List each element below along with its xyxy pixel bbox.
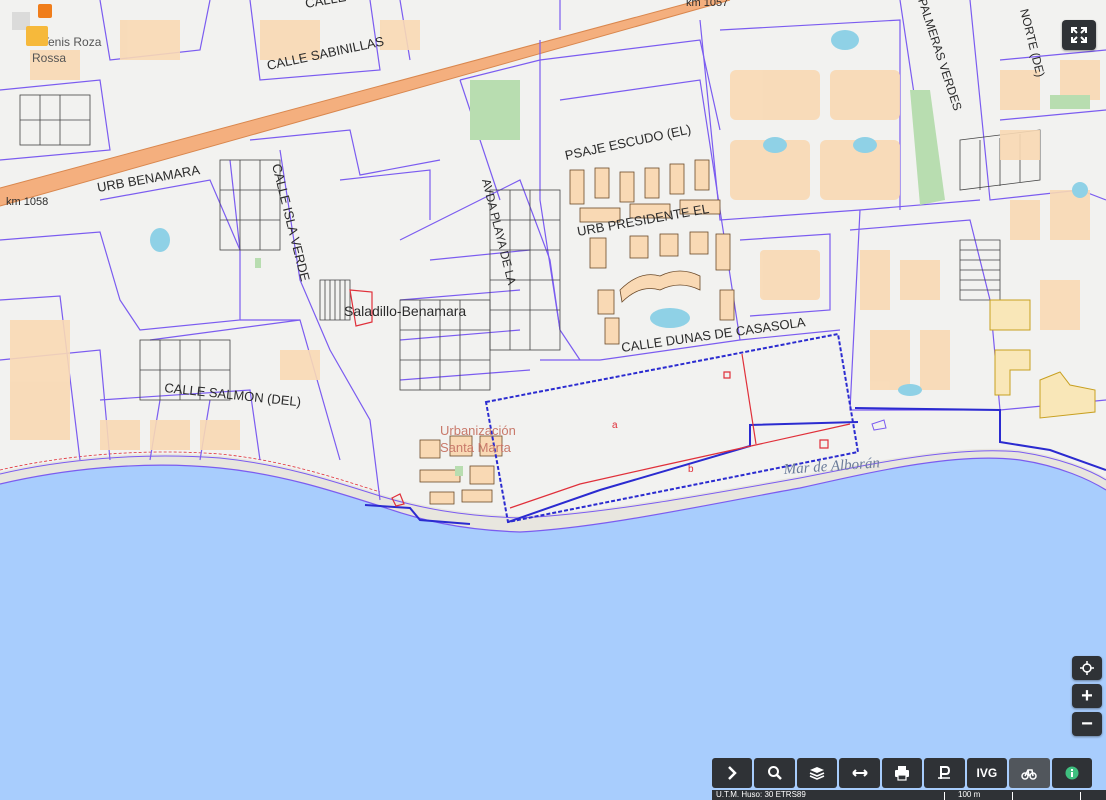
projection-label: U.T.M. Huso: 30 ETRS89 (716, 790, 806, 799)
km-label: km 1057 (686, 0, 728, 9)
chevron-right-icon (728, 766, 737, 780)
parcel-label: a (612, 420, 618, 431)
parking-icon (938, 766, 951, 779)
parking-button[interactable] (924, 758, 965, 788)
zoom-in-label: + (1081, 684, 1093, 707)
fullscreen-button[interactable] (1062, 20, 1096, 50)
locate-button[interactable] (1072, 656, 1102, 680)
zoom-out-button[interactable]: − (1072, 712, 1102, 736)
layers-icon (809, 767, 825, 780)
measure-button[interactable] (839, 758, 880, 788)
map-toolbar: IVG (712, 758, 1092, 788)
info-button[interactable] (1051, 758, 1092, 788)
place-label: Rossa (32, 51, 66, 65)
ivg-button[interactable]: IVG (966, 758, 1008, 788)
print-icon (894, 766, 909, 781)
expand-toolbar-button[interactable] (712, 758, 753, 788)
layers-button[interactable] (796, 758, 838, 788)
search-button[interactable] (754, 758, 795, 788)
print-button[interactable] (881, 758, 923, 788)
expand-icon (1071, 27, 1087, 43)
parcel-label: b (688, 464, 694, 475)
logo (8, 4, 56, 48)
measure-icon (851, 769, 868, 777)
cadastral-map[interactable]: CALLE SABINILLAS URB BENAMARA km 1058 CA… (0, 0, 1106, 800)
zoom-out-label: − (1081, 712, 1093, 735)
bike-icon (1021, 769, 1038, 780)
crosshair-icon (1080, 661, 1094, 675)
scale-distance: 100 m (958, 790, 981, 799)
place-label: Saladillo-Benamara (344, 303, 466, 319)
ivg-label: IVG (976, 766, 998, 780)
zoom-in-button[interactable]: + (1072, 684, 1102, 708)
bike-button[interactable] (1009, 758, 1050, 788)
place-label: Santa Marta (440, 440, 512, 455)
km-label: km 1058 (6, 196, 48, 208)
scale-bar: U.T.M. Huso: 30 ETRS89 100 m (712, 790, 1106, 800)
info-icon (1065, 766, 1079, 780)
search-icon (767, 766, 782, 780)
place-label: Urbanización (440, 423, 516, 438)
